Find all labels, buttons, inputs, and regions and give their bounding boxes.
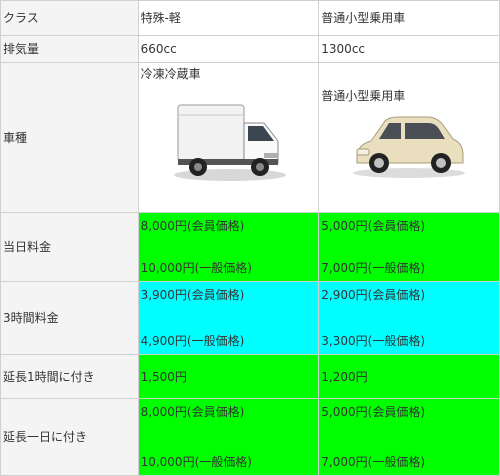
three-hour-rate-col1-member: 3,900円(会員価格) — [140, 288, 245, 302]
class-col2: 普通小型乗用車 — [318, 0, 500, 36]
displacement-label: 排気量 — [0, 35, 139, 63]
day-rate-col1-member: 8,000円(会員価格) — [140, 219, 245, 233]
vehicle-col1: 冷凍冷蔵車 — [137, 62, 320, 213]
class-col1: 特殊-軽 — [137, 0, 320, 36]
table-row-three-hour-rate: 3時間料金 3,900円(会員価格) 4,900円(一般価格) 2,900円(会… — [0, 281, 500, 355]
extension-day-col1-general: 10,000円(一般価格) — [140, 455, 252, 469]
three-hour-rate-col2-general: 3,300円(一般価格) — [321, 334, 425, 348]
extension-day-col1-member: 8,000円(会員価格) — [140, 405, 245, 419]
vehicle-label: 車種 — [0, 62, 139, 213]
extension-day-label: 延長一日に付き — [0, 398, 139, 476]
three-hour-rate-col2: 2,900円(会員価格) 3,300円(一般価格) — [318, 281, 500, 355]
table-row-class: クラス 特殊-軽 普通小型乗用車 — [0, 0, 500, 36]
extension-day-col2-general: 7,000円(一般価格) — [321, 455, 425, 469]
vehicle-name-col1: 冷凍冷蔵車 — [140, 67, 201, 81]
three-hour-rate-col1-general: 4,900円(一般価格) — [140, 334, 245, 348]
displacement-col2: 1300cc — [318, 35, 500, 63]
rental-rate-table: クラス 特殊-軽 普通小型乗用車 排気量 660cc 1300cc 車種 冷凍冷… — [0, 0, 500, 476]
table-row-extension-day: 延長一日に付き 8,000円(会員価格) 10,000円(一般価格) 5,000… — [0, 398, 500, 476]
day-rate-col2: 5,000円(会員価格) 7,000円(一般価格) — [318, 212, 500, 282]
extension-hour-col1: 1,500円 — [137, 354, 320, 399]
class-label: クラス — [0, 0, 139, 36]
compact-car-image — [353, 116, 466, 178]
day-rate-col1-general: 10,000円(一般価格) — [140, 261, 252, 275]
three-hour-rate-col1: 3,900円(会員価格) 4,900円(一般価格) — [137, 281, 320, 355]
vehicle-col2: 普通小型乗用車 — [318, 62, 500, 213]
table-row-extension-hour: 延長1時間に付き 1,500円 1,200円 — [0, 354, 500, 399]
extension-day-col2: 5,000円(会員価格) 7,000円(一般価格) — [318, 398, 500, 476]
three-hour-rate-col2-member: 2,900円(会員価格) — [321, 288, 425, 302]
extension-hour-label: 延長1時間に付き — [0, 354, 139, 399]
refrigerated-truck-image — [174, 104, 287, 181]
day-rate-col1: 8,000円(会員価格) 10,000円(一般価格) — [137, 212, 320, 282]
vehicle-name-col2: 普通小型乗用車 — [321, 89, 406, 103]
displacement-col1: 660cc — [137, 35, 320, 63]
day-rate-label: 当日料金 — [0, 212, 139, 282]
table-row-displacement: 排気量 660cc 1300cc — [0, 35, 500, 63]
extension-day-col2-member: 5,000円(会員価格) — [321, 405, 425, 419]
extension-hour-col2: 1,200円 — [318, 354, 500, 399]
extension-day-col1: 8,000円(会員価格) 10,000円(一般価格) — [137, 398, 320, 476]
day-rate-col2-member: 5,000円(会員価格) — [321, 219, 425, 233]
table-row-vehicle: 車種 冷凍冷蔵車 普通小型乗用車 — [0, 62, 500, 213]
table-row-day-rate: 当日料金 8,000円(会員価格) 10,000円(一般価格) 5,000円(会… — [0, 212, 500, 282]
day-rate-col2-general: 7,000円(一般価格) — [321, 261, 425, 275]
three-hour-rate-label: 3時間料金 — [0, 281, 139, 355]
